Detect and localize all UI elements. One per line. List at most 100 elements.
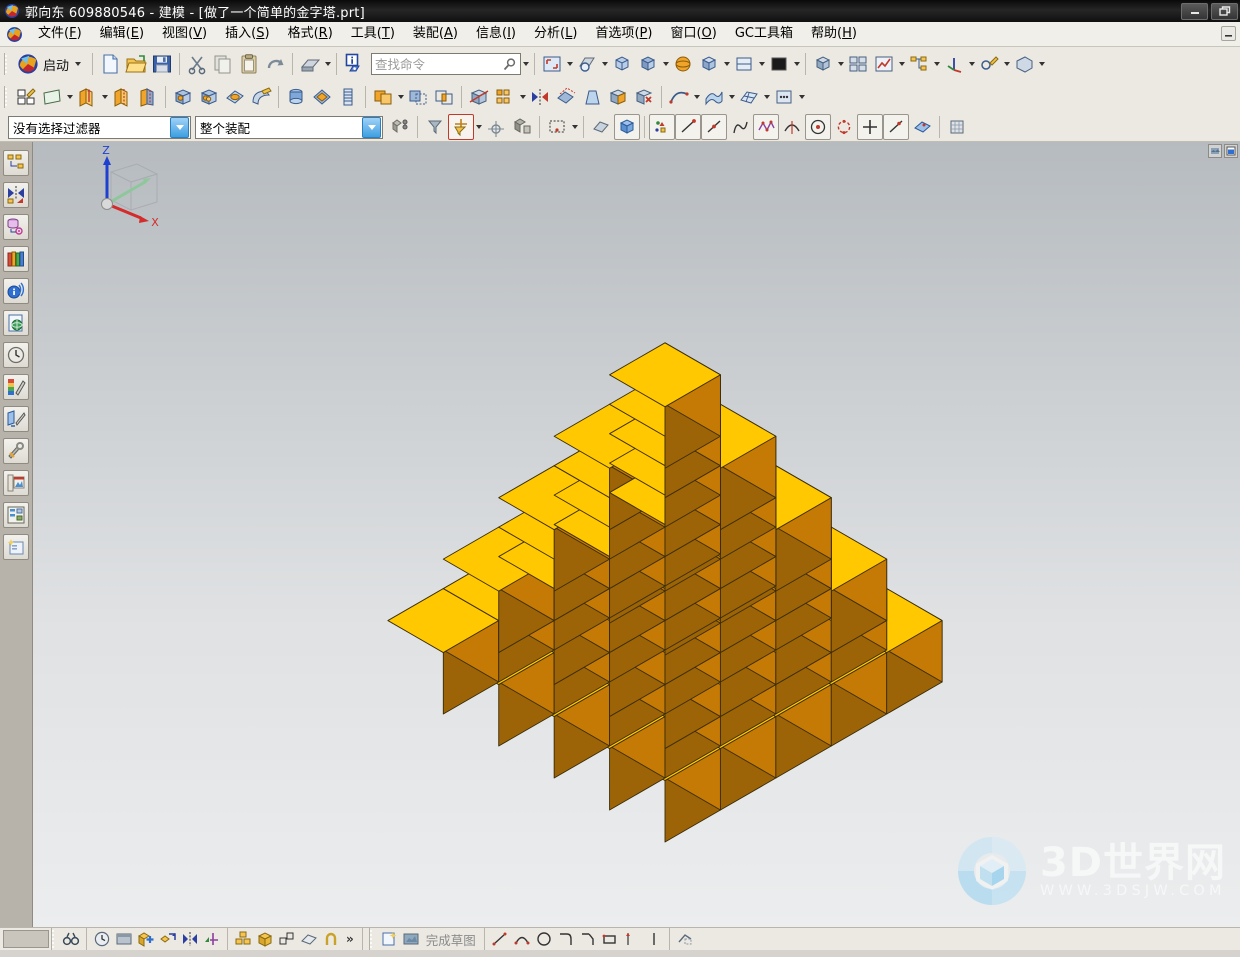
chevron-down-icon[interactable] xyxy=(722,52,731,76)
style-shaded-button[interactable] xyxy=(696,51,722,77)
status-explode-button[interactable] xyxy=(276,929,298,949)
delete-face-button[interactable] xyxy=(631,84,657,110)
sidebar-item-history[interactable] xyxy=(3,342,29,368)
chevron-down-icon[interactable] xyxy=(565,52,574,76)
color-button[interactable] xyxy=(766,51,792,77)
sidebar-item-web-browser[interactable] xyxy=(3,310,29,336)
blend-button[interactable] xyxy=(248,84,274,110)
new-file-button[interactable] xyxy=(97,51,123,77)
sidebar-item-roles[interactable] xyxy=(3,470,29,496)
chevron-down-icon[interactable] xyxy=(474,115,483,139)
status-profile-button[interactable] xyxy=(378,929,400,949)
pattern-button[interactable] xyxy=(492,84,518,110)
pan-button[interactable] xyxy=(609,51,635,77)
status-add-component-button[interactable] xyxy=(135,929,157,949)
snap-intersection-button[interactable] xyxy=(753,114,779,140)
cylinder-button[interactable] xyxy=(283,84,309,110)
command-finder-box[interactable] xyxy=(371,53,522,75)
pocket-button[interactable] xyxy=(222,84,248,110)
toolbar-grip[interactable] xyxy=(4,86,11,108)
restore-button[interactable] xyxy=(1211,2,1238,20)
graphics-window[interactable]: Z X 3D世界网 WWW.3DSJW.COM xyxy=(32,142,1240,927)
render-style-button[interactable] xyxy=(731,51,757,77)
print-button[interactable] xyxy=(297,51,323,77)
select-general-button[interactable] xyxy=(387,114,413,140)
snap-midpoint-button[interactable] xyxy=(701,114,727,140)
status-finish-sketch-button[interactable] xyxy=(400,929,422,949)
chevron-down-icon[interactable] xyxy=(661,52,670,76)
chevron-down-icon[interactable] xyxy=(692,85,701,109)
sidebar-item-process-studio[interactable] xyxy=(3,438,29,464)
snap-curve-point-button[interactable] xyxy=(857,114,883,140)
move-face-button[interactable] xyxy=(605,84,631,110)
minimize-button[interactable] xyxy=(1181,2,1208,20)
view-orient-button[interactable] xyxy=(810,51,836,77)
sidebar-item-new-window[interactable] xyxy=(3,534,29,560)
hole-button[interactable] xyxy=(170,84,196,110)
chevron-down-icon[interactable] xyxy=(1037,52,1046,76)
chevron-down-icon[interactable] xyxy=(1002,52,1011,76)
perspective-button[interactable] xyxy=(670,51,696,77)
status-circle-button[interactable] xyxy=(533,929,555,949)
chevron-down-icon[interactable] xyxy=(727,85,736,109)
viewport-maximize-button[interactable] xyxy=(1224,144,1238,158)
offset-button[interactable] xyxy=(553,84,579,110)
snap-quadrant-button[interactable] xyxy=(805,114,831,140)
menu-item-edit[interactable]: 编辑(E) xyxy=(91,23,153,45)
sidebar-item-reuse-library[interactable] xyxy=(3,246,29,272)
chevron-down-icon[interactable] xyxy=(170,116,189,138)
status-magnet-button[interactable] xyxy=(320,929,342,949)
status-trim-button[interactable] xyxy=(674,929,696,949)
menu-item-format[interactable]: 格式(R) xyxy=(279,23,342,45)
chevron-down-icon[interactable] xyxy=(757,52,766,76)
sidebar-item-part-navigator[interactable] xyxy=(3,214,29,240)
magnifier-icon[interactable] xyxy=(499,57,520,72)
sidebar-item-view-manager[interactable] xyxy=(3,502,29,528)
snap-grid-button[interactable] xyxy=(909,114,935,140)
sidebar-item-html-help[interactable] xyxy=(3,278,29,304)
chevron-down-icon[interactable] xyxy=(797,85,806,109)
search-input[interactable] xyxy=(372,55,500,73)
status-select-button[interactable] xyxy=(60,929,82,949)
status-dimension-button[interactable] xyxy=(621,929,643,949)
viewport[interactable]: Z X 3D世界网 WWW.3DSJW.COM xyxy=(33,142,1240,927)
save-button[interactable] xyxy=(149,51,175,77)
status-chamfer-button[interactable] xyxy=(577,929,599,949)
menubar-minimize-doc-button[interactable] xyxy=(1221,26,1236,41)
status-fillet-button[interactable] xyxy=(555,929,577,949)
cut-button[interactable] xyxy=(184,51,210,77)
wcs-button[interactable] xyxy=(941,51,967,77)
fit-view-button[interactable] xyxy=(539,51,565,77)
mesh-button[interactable] xyxy=(736,84,762,110)
subtract-button[interactable] xyxy=(405,84,431,110)
intersect-button[interactable] xyxy=(431,84,457,110)
snap-existing-point-button[interactable] xyxy=(831,114,857,140)
revolve-button[interactable] xyxy=(109,84,135,110)
copy-button[interactable] xyxy=(210,51,236,77)
more-feature-button[interactable] xyxy=(771,84,797,110)
datum-plane-button[interactable] xyxy=(39,84,65,110)
menu-item-analysis[interactable]: 分析(L) xyxy=(525,23,586,45)
menu-item-information[interactable]: 信息(I) xyxy=(467,23,525,45)
chevron-down-icon[interactable] xyxy=(762,85,771,109)
face-select-button[interactable] xyxy=(614,114,640,140)
open-file-button[interactable] xyxy=(123,51,149,77)
viewport-decal-button[interactable] xyxy=(1208,144,1222,158)
sidebar-item-assembly-navigator[interactable] xyxy=(3,150,29,176)
status-constraint-button[interactable] xyxy=(201,929,223,949)
layout-button[interactable] xyxy=(845,51,871,77)
snap-arc-center-button[interactable] xyxy=(779,114,805,140)
menu-item-file[interactable]: 文件(F) xyxy=(29,23,91,45)
status-clock-button[interactable] xyxy=(91,929,113,949)
status-constraint2-button[interactable] xyxy=(643,929,665,949)
chevron-down-icon[interactable] xyxy=(518,85,527,109)
chevron-down-icon[interactable] xyxy=(836,52,845,76)
status-pattern-button[interactable] xyxy=(232,929,254,949)
boss-button[interactable] xyxy=(196,84,222,110)
status-window-button[interactable] xyxy=(113,929,135,949)
sidebar-item-system-materials[interactable] xyxy=(3,374,29,400)
grid-display-button[interactable] xyxy=(944,114,970,140)
menu-item-help[interactable]: 帮助(H) xyxy=(802,23,866,45)
thread-button[interactable] xyxy=(335,84,361,110)
menu-item-insert[interactable]: 插入(S) xyxy=(216,23,278,45)
